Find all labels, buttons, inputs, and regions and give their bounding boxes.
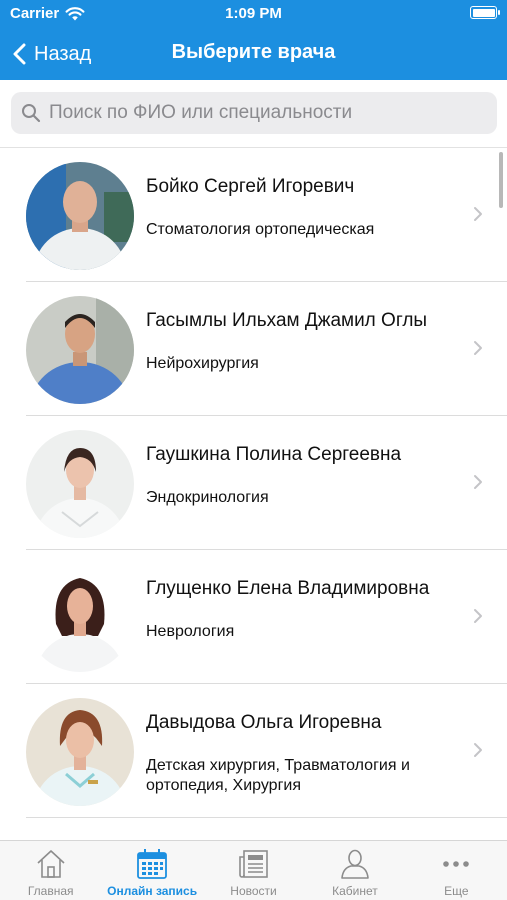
tab-online-booking[interactable]: Онлайн запись bbox=[101, 841, 202, 900]
doctor-photo bbox=[26, 430, 134, 538]
tab-cabinet[interactable]: Кабинет bbox=[304, 841, 405, 900]
doctor-specialty: Неврология bbox=[146, 623, 235, 640]
search-bar bbox=[0, 80, 507, 148]
tab-label: Кабинет bbox=[332, 884, 378, 898]
tab-label: Новости bbox=[230, 884, 277, 898]
doctor-photo bbox=[26, 162, 134, 270]
divider bbox=[26, 817, 507, 818]
chevron-right-icon bbox=[474, 341, 482, 355]
doctor-name: Давыдова Ольга Игоревна bbox=[146, 712, 382, 733]
doctor-specialty: Детская хирургия, Травматология и ортопе… bbox=[146, 757, 410, 794]
tab-label: Еще bbox=[444, 884, 469, 898]
doctor-name: Гаушкина Полина Сергеевна bbox=[146, 444, 402, 465]
doctor-specialty: Нейрохирургия bbox=[146, 355, 259, 372]
doctor-photo bbox=[26, 296, 134, 404]
doctor-photo bbox=[26, 698, 134, 806]
doctor-row[interactable]: Бойко Сергей Игоревич Стоматология ортоп… bbox=[0, 148, 507, 282]
doctor-list: Бойко Сергей Игоревич Стоматология ортоп… bbox=[0, 148, 507, 840]
calendar-icon bbox=[137, 849, 168, 879]
doctor-row[interactable]: Глущенко Елена Владимировна Неврология bbox=[0, 550, 507, 684]
doctor-name: Гасымлы Ильхам Джамил Оглы bbox=[146, 310, 428, 331]
page-title: Выберите врача bbox=[171, 41, 336, 63]
doctor-row[interactable]: Гаушкина Полина Сергеевна Эндокринология bbox=[0, 416, 507, 550]
scroll-indicator[interactable] bbox=[499, 152, 503, 208]
tab-more[interactable]: Еще bbox=[406, 841, 507, 900]
search-field[interactable] bbox=[11, 92, 497, 134]
header: Carrier 1:09 PM Назад Выберите врача bbox=[0, 0, 507, 80]
doctor-name: Бойко Сергей Игоревич bbox=[146, 176, 355, 197]
home-icon bbox=[37, 850, 65, 878]
tab-label: Главная bbox=[27, 884, 74, 898]
doctor-row[interactable]: Давыдова Ольга Игоревна Детская хирургия… bbox=[0, 684, 507, 818]
tab-label: Онлайн запись bbox=[107, 884, 198, 898]
chevron-right-icon bbox=[474, 609, 482, 623]
doctor-name: Глущенко Елена Владимировна bbox=[146, 578, 430, 599]
person-icon bbox=[341, 849, 369, 879]
chevron-right-icon bbox=[474, 743, 482, 757]
doctor-specialty: Эндокринология bbox=[146, 489, 269, 506]
chevron-right-icon bbox=[474, 475, 482, 489]
chevron-right-icon bbox=[474, 207, 482, 221]
status-bar: Carrier 1:09 PM bbox=[0, 0, 507, 28]
tab-home[interactable]: Главная bbox=[0, 841, 101, 900]
doctor-specialty: Стоматология ортопедическая bbox=[146, 221, 375, 238]
battery-icon bbox=[470, 6, 500, 19]
search-icon bbox=[22, 104, 41, 123]
newspaper-icon bbox=[238, 850, 268, 878]
status-time: 1:09 PM bbox=[225, 5, 282, 22]
doctor-row[interactable]: Гасымлы Ильхам Джамил Оглы Нейрохирургия bbox=[0, 282, 507, 416]
tab-news[interactable]: Новости bbox=[203, 841, 304, 900]
more-icon bbox=[443, 861, 470, 867]
tab-bar: Главная Онлайн запись Новости Кабинет Ещ… bbox=[0, 840, 507, 900]
doctor-photo bbox=[26, 564, 134, 672]
nav-bar: Назад Выберите врача bbox=[0, 28, 507, 80]
search-input[interactable] bbox=[49, 102, 489, 124]
